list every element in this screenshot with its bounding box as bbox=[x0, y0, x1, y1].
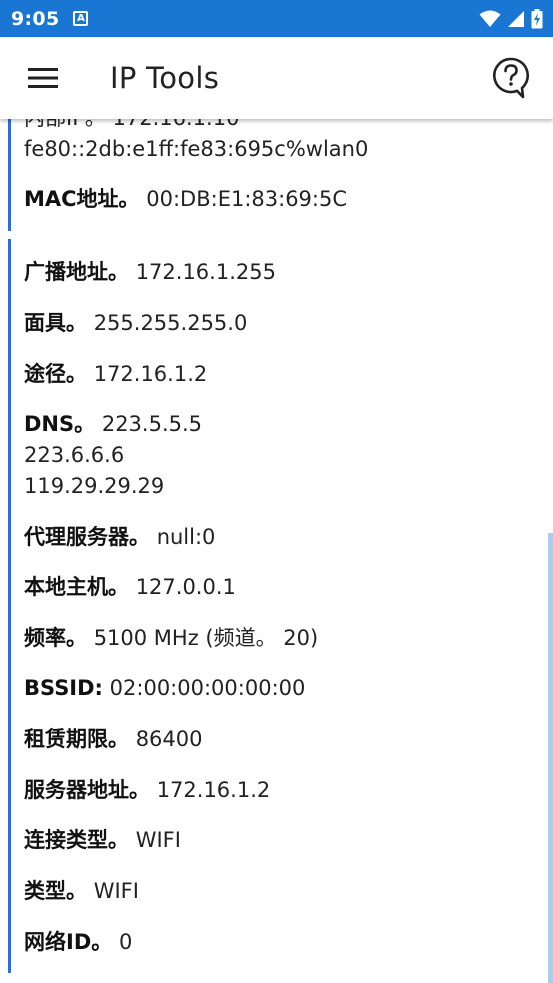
network-id-row: 网络ID。 0 bbox=[24, 930, 133, 954]
help-bubble-icon bbox=[493, 57, 530, 99]
mask-row: 面具。 255.255.255.0 bbox=[24, 311, 248, 335]
notification-icon: A bbox=[73, 11, 89, 26]
connection-type-row: 连接类型。 WIFI bbox=[24, 828, 181, 852]
wifi-icon bbox=[479, 10, 501, 27]
dns-row: DNS。 223.5.5.5 bbox=[24, 412, 203, 436]
app-bar: IP Tools bbox=[0, 37, 553, 119]
route-row: 途径。 172.16.1.2 bbox=[24, 362, 208, 386]
signal-icon bbox=[508, 10, 524, 27]
lease-row: 租赁期限。 86400 bbox=[24, 727, 203, 751]
dns-row-3: 119.29.29.29 bbox=[24, 474, 165, 498]
interface-info-card: 内部IP。 172.16.1.10 fe80::2db:e1ff:fe83:69… bbox=[8, 119, 538, 231]
battery-charging-icon bbox=[531, 8, 543, 28]
scrollbar-thumb[interactable] bbox=[548, 533, 553, 983]
frequency-row: 频率。 5100 MHz (频道。 20) bbox=[24, 626, 319, 650]
ipv6-row: fe80::2db:e1ff:fe83:695c%wlan0 bbox=[24, 137, 369, 161]
localhost-row: 本地主机。 127.0.0.1 bbox=[24, 575, 236, 599]
hamburger-menu-icon bbox=[28, 68, 58, 88]
menu-button[interactable] bbox=[15, 50, 71, 106]
status-icons bbox=[479, 8, 543, 29]
content-scroll[interactable]: 内部IP。 172.16.1.10 fe80::2db:e1ff:fe83:69… bbox=[0, 119, 553, 983]
network-info-card: 广播地址。 172.16.1.255 面具。 255.255.255.0 途径。… bbox=[8, 239, 538, 973]
help-button[interactable] bbox=[489, 54, 533, 102]
app-title: IP Tools bbox=[110, 61, 220, 95]
bssid-row: BSSID: 02:00:00:00:00:00 bbox=[24, 676, 306, 700]
broadcast-row: 广播地址。 172.16.1.255 bbox=[24, 260, 276, 284]
status-time: 9:05 bbox=[11, 7, 60, 30]
dns-row-2: 223.6.6.6 bbox=[24, 443, 125, 467]
status-bar: 9:05 A bbox=[0, 0, 553, 37]
partial-ip-row: 内部IP。 172.16.1.10 bbox=[24, 119, 239, 134]
proxy-row: 代理服务器。 null:0 bbox=[24, 525, 216, 549]
type-row: 类型。 WIFI bbox=[24, 879, 139, 903]
server-row: 服务器地址。 172.16.1.2 bbox=[24, 778, 271, 802]
mac-row: MAC地址。 00:DB:E1:83:69:5C bbox=[24, 187, 348, 211]
